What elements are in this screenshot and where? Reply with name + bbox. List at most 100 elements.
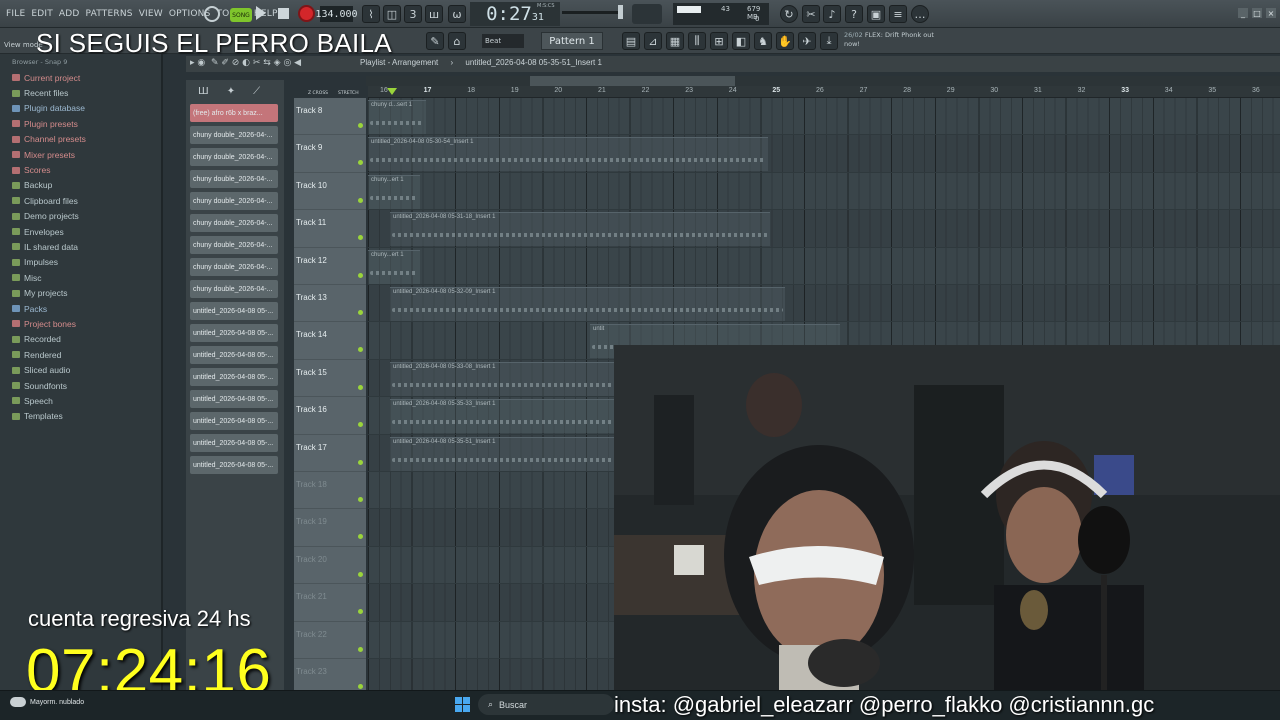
picker-clip[interactable]: untitled_2026-04-08 05-...: [190, 456, 278, 474]
browser-item[interactable]: Recent files: [0, 85, 161, 100]
picker-clip[interactable]: chuny double_2026-04-...: [190, 170, 278, 188]
browser-item[interactable]: My projects: [0, 285, 161, 300]
browser-item[interactable]: Packs: [0, 301, 161, 316]
picker-clip[interactable]: chuny double_2026-04-...: [190, 192, 278, 210]
picker-clip[interactable]: chuny double_2026-04-...: [190, 214, 278, 232]
track-header[interactable]: Track 13: [294, 285, 366, 323]
browser-item[interactable]: Misc: [0, 270, 161, 285]
playlist-nav-icons[interactable]: ▸ ◉ ✎ ✐ ⊘ ◐ ✂ ⇆ ◈ ◎ ◀: [190, 58, 301, 68]
plugin-icon[interactable]: ◧: [732, 32, 750, 50]
undo-history-icon[interactable]: ↻: [780, 5, 798, 23]
track-mute-led[interactable]: [358, 197, 363, 203]
playlist-icon[interactable]: ▤: [622, 32, 640, 50]
tempo-display[interactable]: 134.000: [315, 6, 358, 22]
help-icon[interactable]: ?: [845, 5, 863, 23]
picker-clip[interactable]: (free) afro r6b x braz...: [190, 104, 278, 122]
cut-icon[interactable]: ✂: [802, 5, 820, 23]
picker-clip[interactable]: untitled_2026-04-08 05-...: [190, 346, 278, 364]
browser-item[interactable]: Current project: [0, 70, 161, 85]
menu-edit[interactable]: EDIT: [31, 9, 53, 19]
browser-item[interactable]: Channel presets: [0, 132, 161, 147]
plugin-picker-icon[interactable]: ♞: [754, 32, 772, 50]
menu-add[interactable]: ADD: [59, 9, 80, 19]
taskbar-search[interactable]: ⌕ Buscar: [478, 694, 614, 715]
stretch-label[interactable]: STRETCH: [338, 91, 359, 96]
browser-item[interactable]: Mixer presets: [0, 147, 161, 162]
track-header[interactable]: Track 22: [294, 622, 366, 659]
track-header[interactable]: Track 20: [294, 547, 366, 585]
picker-clip[interactable]: chuny double_2026-04-...: [190, 126, 278, 144]
microphone-icon[interactable]: ♪: [823, 5, 841, 23]
record-icon[interactable]: [298, 5, 315, 22]
maximize-icon[interactable]: □: [1252, 8, 1262, 18]
playlist-horizontal-scroll[interactable]: [366, 76, 1280, 86]
playhead-marker-icon[interactable]: [387, 88, 397, 95]
save-icon[interactable]: ▣: [867, 5, 885, 23]
track-mute-led[interactable]: [358, 347, 363, 353]
pattern-select[interactable]: Pattern 1: [541, 32, 603, 50]
picker-clip[interactable]: chuny double_2026-04-...: [190, 280, 278, 298]
track-lane[interactable]: [368, 98, 1280, 136]
video-icon[interactable]: ✈: [798, 32, 816, 50]
snap-select[interactable]: Beat: [482, 34, 524, 48]
browser-item[interactable]: Templates: [0, 409, 161, 424]
track-mute-led[interactable]: [358, 684, 363, 689]
track-header[interactable]: Track 11: [294, 210, 366, 248]
track-mute-led[interactable]: [358, 534, 363, 540]
metronome-dial-icon[interactable]: [204, 6, 220, 22]
browser-item[interactable]: Recorded: [0, 332, 161, 347]
browser-item[interactable]: Rendered: [0, 347, 161, 362]
picker-clip[interactable]: untitled_2026-04-08 05-...: [190, 324, 278, 342]
menu-patterns[interactable]: PATTERNS: [86, 9, 133, 19]
track-header[interactable]: Track 19: [294, 509, 366, 547]
audio-clip[interactable]: chuny...ert 1: [368, 249, 420, 284]
piano-roll-icon[interactable]: ⊿: [644, 32, 662, 50]
track-lane[interactable]: [368, 248, 1280, 285]
picker-clip[interactable]: untitled_2026-04-08 05-...: [190, 390, 278, 408]
track-mute-led[interactable]: [358, 571, 363, 577]
audio-clip[interactable]: untitled_2026-04-08 05-32-09_Insert 1: [390, 287, 785, 321]
stop-icon[interactable]: [278, 8, 289, 19]
track-mute-led[interactable]: [358, 422, 363, 428]
picker-clip[interactable]: chuny double_2026-04-...: [190, 148, 278, 166]
picker-patterns-icon[interactable]: Ш: [198, 86, 209, 97]
track-header[interactable]: Track 14: [294, 322, 366, 360]
audio-clip[interactable]: untitled_2026-04-08 05-31-18_Insert 1: [390, 212, 770, 247]
browser-item[interactable]: Impulses: [0, 255, 161, 270]
browser-item[interactable]: Clipboard files: [0, 193, 161, 208]
picker-clip[interactable]: chuny double_2026-04-...: [190, 236, 278, 254]
audio-clip[interactable]: untitled_2026-04-08 05-30-54_Insert 1: [368, 137, 768, 172]
track-mute-led[interactable]: [358, 646, 363, 652]
browser-item[interactable]: Demo projects: [0, 209, 161, 224]
track-lane[interactable]: [368, 173, 1280, 211]
browser-item[interactable]: Sliced audio: [0, 362, 161, 377]
browser-icon[interactable]: ⊞: [710, 32, 728, 50]
track-header[interactable]: Track 17: [294, 435, 366, 472]
track-mute-led[interactable]: [358, 459, 363, 465]
mixer-view-icon[interactable]: ⫼: [688, 32, 706, 50]
menu-view[interactable]: VIEW: [139, 9, 163, 19]
master-volume-handle[interactable]: [618, 5, 623, 19]
master-pitch-knob-icon[interactable]: [632, 4, 662, 24]
picker-clip[interactable]: chuny double_2026-04-...: [190, 258, 278, 276]
picker-clip[interactable]: untitled_2026-04-08 05-...: [190, 412, 278, 430]
playlist-ruler[interactable]: 16 17 18 19 20 21 22 23 24 25 26 27 28 29 30 31 32 33 34 35…: [368, 86, 1280, 98]
loop-record-icon[interactable]: ω: [448, 5, 466, 23]
track-header[interactable]: Track 12: [294, 248, 366, 285]
minimize-icon[interactable]: _: [1238, 8, 1248, 18]
picker-clip[interactable]: untitled_2026-04-08 05-...: [190, 434, 278, 452]
picker-clip[interactable]: untitled_2026-04-08 05-...: [190, 368, 278, 386]
pencil-tool-icon[interactable]: ✎: [426, 32, 444, 50]
cross-label[interactable]: Z CROSS: [308, 91, 328, 96]
browser-item[interactable]: Soundfonts: [0, 378, 161, 393]
wait-input-icon[interactable]: ◫: [383, 5, 401, 23]
windows-start-icon[interactable]: [455, 697, 471, 713]
track-header[interactable]: Track 10: [294, 173, 366, 211]
picker-auto-icon[interactable]: ⟋: [253, 86, 260, 97]
menu-file[interactable]: FILE: [6, 9, 25, 19]
picker-audio-icon[interactable]: ✦: [227, 86, 235, 97]
stamp-icon[interactable]: ⌂: [448, 32, 466, 50]
browser-item[interactable]: Project bones: [0, 316, 161, 331]
browser-item[interactable]: Speech: [0, 393, 161, 408]
picker-clip[interactable]: untitled_2026-04-08 05-...: [190, 302, 278, 320]
